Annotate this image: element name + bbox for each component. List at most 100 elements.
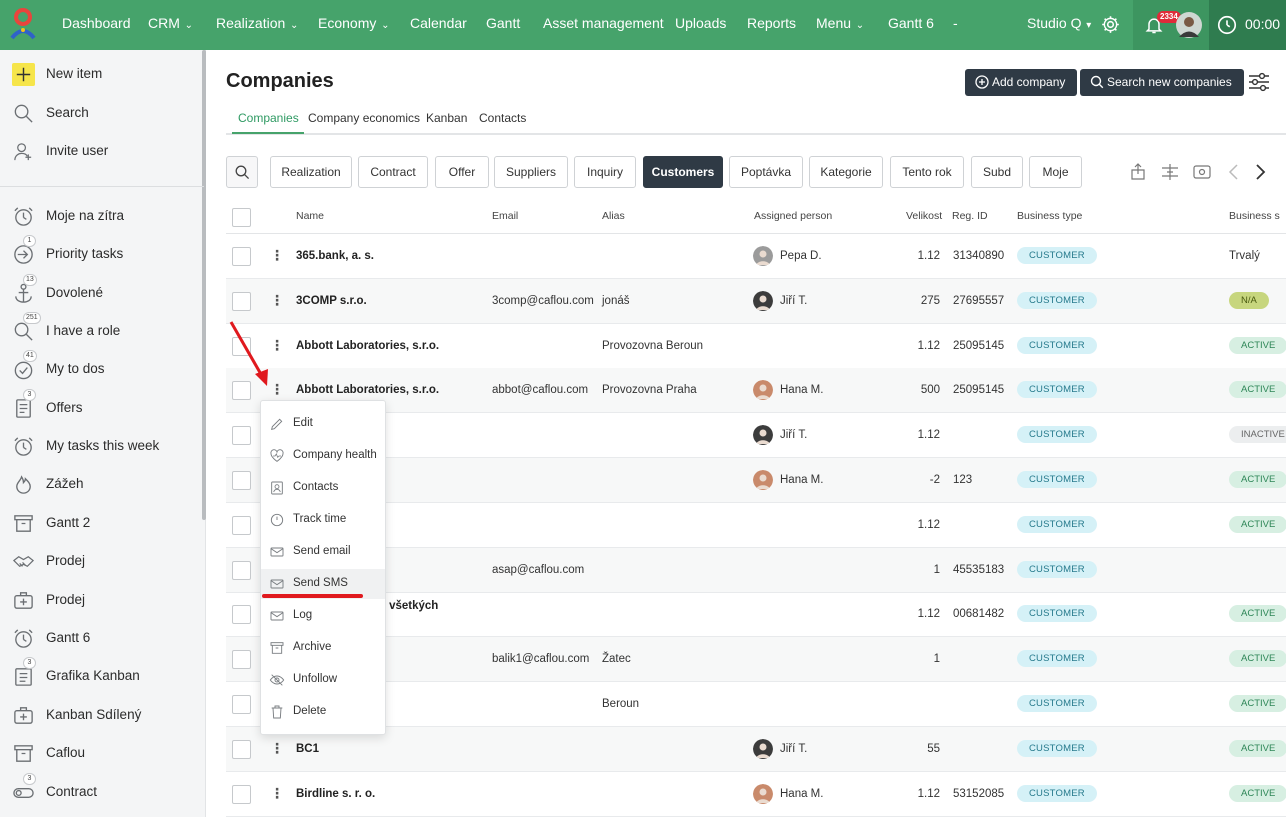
nav-asset-management[interactable]: Asset management [543,0,664,46]
row-checkbox[interactable] [232,560,251,580]
gear-icon[interactable] [1100,14,1121,35]
nav-more[interactable]: - [953,0,958,46]
company-name[interactable]: 3COMP s.r.o. [296,295,367,307]
sidebar-item-zážeh[interactable]: Zážeh [0,467,200,501]
sidebar-item-offers[interactable]: Offers 3 [0,389,200,425]
nav-economy[interactable]: Economy ⌄ [318,0,390,46]
sidebar-item-my-to-dos[interactable]: My to dos 41 [0,350,200,386]
sidebar-item-priority-tasks[interactable]: Priority tasks 1 [0,235,200,271]
menu-item-contacts[interactable]: Contacts [261,473,385,503]
sidebar-item-my-tasks-this-week[interactable]: My tasks this week [0,429,200,463]
company-name[interactable]: Abbott Laboratories, s.r.o. [296,340,439,352]
nav-uploads[interactable]: Uploads [675,0,726,46]
search-new-companies-button[interactable]: Search new companies [1080,69,1244,96]
assigned-person[interactable]: Hana M. [780,474,823,486]
company-email[interactable]: asap@caflou.com [492,564,584,576]
export-icon[interactable] [1128,162,1148,182]
filter-chip-suppliers[interactable]: Suppliers [494,156,568,188]
sidebar-item-i-have-a-role[interactable]: I have a role 251 [0,312,200,348]
filter-chip-poptávka[interactable]: Poptávka [729,156,803,188]
assigned-person[interactable]: Jiří T. [780,429,807,441]
menu-item-delete[interactable]: Delete [261,697,385,727]
assigned-person[interactable]: Jiří T. [780,295,807,307]
nav-gantt[interactable]: Gantt [486,0,520,46]
assigned-person[interactable]: Jiří T. [780,743,807,755]
row-checkbox[interactable] [232,739,251,759]
column-header-assigned-person[interactable]: Assigned person [754,210,832,222]
row-checkbox[interactable] [232,695,251,714]
table-row[interactable]: ⋮ Abbott Laboratories, s.r.o. Provozovna B… [226,324,1286,369]
column-header-business-status[interactable]: Business s [1229,210,1280,222]
column-header-business-type[interactable]: Business type [1017,210,1082,222]
filter-chip-realization[interactable]: Realization [270,156,352,188]
company-name[interactable]: BC1 [296,743,319,755]
column-header-alias[interactable]: Alias [602,210,625,222]
sidebar-item-contract[interactable]: Contract 3 [0,773,200,809]
columns-adjust-icon[interactable] [1160,162,1180,182]
app-logo-icon[interactable] [10,8,36,42]
nav-dashboard[interactable]: Dashboard [62,0,131,46]
company-email[interactable]: abbot@caflou.com [492,384,588,396]
timer-widget[interactable]: 00:00 [1209,0,1286,50]
select-all-checkbox[interactable] [232,208,251,227]
row-actions-menu-button[interactable]: ⋮ [270,247,284,265]
menu-item-edit[interactable]: Edit [261,409,385,439]
sidebar-item-gantt-2[interactable]: Gantt 2 [0,506,200,540]
filter-chip-moje[interactable]: Moje [1029,156,1082,188]
table-row[interactable]: ⋮ 3COMP s.r.o. 3comp@caflou.com jonáš Jiří T… [226,278,1286,324]
sidebar-item-new-item[interactable]: New item [0,57,200,91]
view-toggle-icon[interactable] [1192,162,1212,182]
menu-item-send-email[interactable]: Send email [261,537,385,567]
tab-company-economics[interactable]: Company economics [308,111,420,125]
assigned-person[interactable]: Hana M. [780,384,823,396]
nav-reports[interactable]: Reports [747,0,796,46]
row-checkbox[interactable] [232,291,251,311]
sidebar-item-caflou[interactable]: Caflou [0,736,200,770]
assigned-person[interactable]: Hana M. [780,788,823,800]
sidebar-item-prodej[interactable]: Prodej [0,583,200,617]
company-name[interactable]: Abbott Laboratories, s.r.o. [296,384,439,396]
assigned-person[interactable]: Pepa D. [780,250,822,262]
row-checkbox[interactable] [232,650,251,670]
menu-item-log[interactable]: Log [261,601,385,631]
nav-menu[interactable]: Menu ⌄ [816,0,864,46]
company-name[interactable]: Birdline s. r. o. [296,788,375,800]
filter-chip-offer[interactable]: Offer [435,156,489,188]
company-email[interactable]: balik1@caflou.com [492,653,589,665]
filter-chip-tento-rok[interactable]: Tento rok [890,156,964,188]
company-name[interactable]: 365.bank, a. s. [296,250,374,262]
nav-crm[interactable]: CRM ⌄ [148,0,193,46]
filter-chip-customers[interactable]: Customers [643,156,723,188]
chevron-left-icon[interactable] [1224,162,1244,182]
settings-sliders-icon[interactable] [1248,72,1270,92]
tab-contacts[interactable]: Contacts [479,111,526,125]
menu-item-company-health[interactable]: Company health [261,441,385,471]
user-avatar[interactable] [1176,12,1202,38]
tab-companies[interactable]: Companies [238,111,299,125]
row-checkbox[interactable] [232,247,251,266]
nav-realization[interactable]: Realization ⌄ [216,0,298,46]
sidebar-item-gantt-6[interactable]: Gantt 6 [0,621,200,655]
row-checkbox[interactable] [232,784,251,804]
nav-calendar[interactable]: Calendar [410,0,467,46]
sidebar-item-invite-user[interactable]: Invite user [0,134,200,168]
row-checkbox[interactable] [232,605,251,625]
sidebar-item-search[interactable]: Search [0,96,200,130]
row-checkbox[interactable] [232,471,251,490]
add-company-button[interactable]: Add company [965,69,1078,96]
row-actions-menu-button[interactable]: ⋮ [270,740,284,758]
row-checkbox[interactable] [232,426,251,446]
menu-item-track-time[interactable]: Track time [261,505,385,535]
company-email[interactable]: 3comp@caflou.com [492,295,594,307]
sidebar-item-prodej[interactable]: Prodej [0,544,200,578]
filter-chip-subd[interactable]: Subd [971,156,1023,188]
chevron-right-icon[interactable] [1250,162,1270,182]
table-row[interactable]: ⋮ 365.bank, a. s. Pepa D. 1.12 31340890 CUSTO… [226,234,1286,279]
column-header-reg-id[interactable]: Reg. ID [952,210,988,222]
menu-item-archive[interactable]: Archive [261,633,385,663]
filter-chip-kategorie[interactable]: Kategorie [809,156,883,188]
table-row[interactable]: ⋮ Birdline s. r. o. Hana M. 1.12 53152085 CUS… [226,772,1286,817]
sidebar-item-kanban-sdílený[interactable]: Kanban Sdílený [0,698,200,732]
filter-chip-inquiry[interactable]: Inquiry [574,156,636,188]
filter-chip-contract[interactable]: Contract [358,156,428,188]
